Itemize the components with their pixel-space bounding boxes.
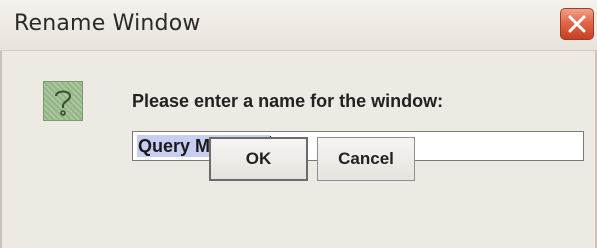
ok-button[interactable]: OK xyxy=(209,137,308,181)
close-button[interactable] xyxy=(560,8,594,40)
close-icon xyxy=(568,15,586,33)
prompt-label: Please enter a name for the window: xyxy=(132,91,444,111)
window-title: Rename Window xyxy=(14,11,201,36)
cancel-button[interactable]: Cancel xyxy=(317,137,415,181)
title-bar[interactable]: Rename Window xyxy=(0,0,597,51)
question-icon xyxy=(43,81,83,121)
rename-window-dialog: Rename Window Please enter a name for th… xyxy=(0,0,597,248)
